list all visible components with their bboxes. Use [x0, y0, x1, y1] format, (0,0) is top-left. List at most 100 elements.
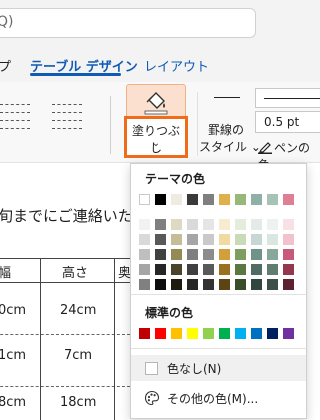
theme-color-swatch[interactable] — [139, 249, 150, 260]
theme-color-swatch[interactable] — [267, 194, 278, 205]
theme-color-swatch[interactable] — [171, 234, 182, 245]
pen-weight-dropdown[interactable]: 0.5 pt — [255, 111, 320, 133]
theme-color-swatch[interactable] — [171, 219, 182, 230]
theme-color-swatch[interactable] — [203, 249, 214, 260]
active-tab-indicator — [30, 73, 121, 76]
theme-color-swatch[interactable] — [203, 279, 214, 290]
shading-color-menu: テーマの色 標準の色 色なし(N) その他の色(M)... — [130, 163, 307, 419]
ribbon-header: Q) プ テーブル デザイン レイアウト — [0, 0, 320, 82]
theme-color-swatch[interactable] — [203, 234, 214, 245]
theme-color-swatch[interactable] — [267, 219, 278, 230]
palette-icon — [144, 390, 160, 406]
more-colors-label: その他の色(M)... — [167, 392, 259, 406]
theme-color-swatch[interactable] — [267, 234, 278, 245]
table-cell: 18cm — [60, 395, 97, 410]
standard-color-swatch[interactable] — [267, 328, 278, 339]
theme-color-swatch[interactable] — [187, 249, 198, 260]
theme-color-swatch[interactable] — [155, 234, 166, 245]
paint-bucket-icon — [144, 92, 168, 115]
theme-color-swatch[interactable] — [283, 194, 294, 205]
line-style-dropdown[interactable] — [255, 88, 320, 108]
theme-color-swatch[interactable] — [219, 234, 230, 245]
theme-color-swatch[interactable] — [187, 264, 198, 275]
standard-color-swatch[interactable] — [155, 328, 166, 339]
theme-color-swatch[interactable] — [155, 249, 166, 260]
theme-color-swatch[interactable] — [283, 234, 294, 245]
no-color-item[interactable]: 色なし(N) — [131, 355, 306, 381]
standard-color-swatch[interactable] — [235, 328, 246, 339]
theme-color-swatch[interactable] — [283, 249, 294, 260]
more-colors-item[interactable]: その他の色(M)... — [131, 385, 306, 411]
theme-color-swatch[interactable] — [251, 234, 262, 245]
theme-color-swatch[interactable] — [267, 249, 278, 260]
theme-color-swatch[interactable] — [219, 219, 230, 230]
standard-color-swatch[interactable] — [203, 328, 214, 339]
theme-color-swatch[interactable] — [171, 194, 182, 205]
search-input[interactable]: Q) — [0, 8, 256, 38]
theme-color-swatch[interactable] — [187, 279, 198, 290]
border-styles-label[interactable]: 罫線の — [208, 121, 244, 138]
standard-color-swatch[interactable] — [283, 328, 294, 339]
theme-color-swatch[interactable] — [235, 194, 246, 205]
search-text: Q) — [0, 14, 14, 30]
theme-color-swatch[interactable] — [155, 194, 166, 205]
theme-color-swatch[interactable] — [203, 219, 214, 230]
standard-color-swatch[interactable] — [219, 328, 230, 339]
theme-color-swatch[interactable] — [251, 264, 262, 275]
border-styles-label[interactable]: スタイル ⌄ — [199, 138, 261, 155]
standard-color-swatch[interactable] — [251, 328, 262, 339]
theme-color-swatch[interactable] — [251, 194, 262, 205]
theme-color-swatch[interactable] — [219, 264, 230, 275]
theme-color-swatch[interactable] — [139, 279, 150, 290]
document-table[interactable]: 幅 高さ 奥 0cm 24cm 1cm 7cm 8cm 18cm — [0, 258, 131, 420]
theme-color-swatch[interactable] — [251, 249, 262, 260]
theme-color-swatch[interactable] — [139, 219, 150, 230]
theme-color-swatch[interactable] — [203, 194, 214, 205]
theme-color-swatch[interactable] — [219, 279, 230, 290]
theme-color-swatch[interactable] — [187, 194, 198, 205]
theme-color-swatch[interactable] — [267, 279, 278, 290]
ribbon-divider — [110, 96, 111, 154]
theme-colors-title: テーマの色 — [145, 172, 206, 186]
theme-color-swatch[interactable] — [139, 234, 150, 245]
theme-color-swatch[interactable] — [187, 234, 198, 245]
theme-color-swatch[interactable] — [155, 219, 166, 230]
theme-color-swatch[interactable] — [235, 279, 246, 290]
theme-color-swatch[interactable] — [155, 279, 166, 290]
theme-color-swatch[interactable] — [267, 264, 278, 275]
theme-color-swatch[interactable] — [235, 234, 246, 245]
theme-color-swatch[interactable] — [219, 194, 230, 205]
theme-color-swatch[interactable] — [171, 249, 182, 260]
theme-color-swatch[interactable] — [155, 264, 166, 275]
table-cell: 7cm — [64, 348, 93, 363]
border-style-sample — [214, 97, 240, 98]
standard-color-swatch[interactable] — [187, 328, 198, 339]
standard-color-swatch[interactable] — [171, 328, 182, 339]
table-cell: 0cm — [0, 303, 27, 318]
theme-color-swatch[interactable] — [219, 249, 230, 260]
tab-partial[interactable]: プ — [0, 56, 11, 75]
theme-color-swatch[interactable] — [139, 194, 150, 205]
shading-dropdown-button[interactable]: 塗りつぶし ⌄ — [124, 116, 188, 158]
ribbon-divider — [197, 92, 198, 156]
tab-layout[interactable]: レイアウト — [144, 56, 209, 75]
table-header-cell: 幅 — [0, 266, 12, 281]
theme-color-swatch[interactable] — [251, 219, 262, 230]
theme-color-swatch[interactable] — [139, 264, 150, 275]
theme-color-swatch[interactable] — [171, 279, 182, 290]
standard-color-swatch[interactable] — [139, 328, 150, 339]
theme-color-swatch[interactable] — [203, 264, 214, 275]
theme-color-swatch[interactable] — [235, 219, 246, 230]
theme-color-swatch[interactable] — [283, 279, 294, 290]
theme-color-swatch[interactable] — [187, 219, 198, 230]
table-style-thumbnail[interactable] — [52, 100, 82, 136]
theme-color-swatch[interactable] — [235, 264, 246, 275]
shading-button[interactable] — [126, 84, 186, 119]
theme-color-swatch[interactable] — [235, 249, 246, 260]
theme-color-swatch[interactable] — [171, 264, 182, 275]
theme-color-swatch[interactable] — [251, 279, 262, 290]
theme-color-swatch[interactable] — [283, 264, 294, 275]
table-style-thumbnail[interactable] — [0, 100, 30, 136]
empty-square-icon — [145, 362, 158, 375]
theme-color-swatch[interactable] — [283, 219, 294, 230]
